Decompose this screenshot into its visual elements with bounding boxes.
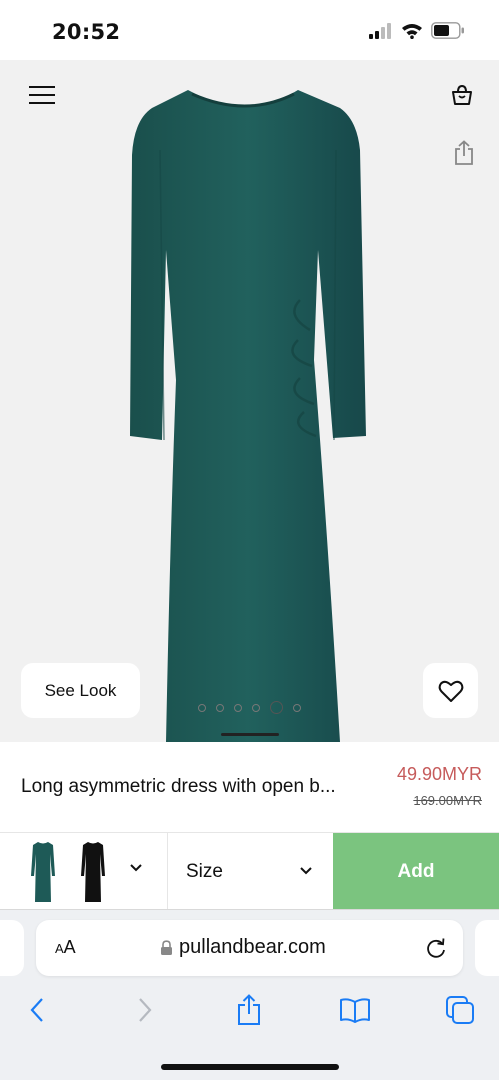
- favorite-button[interactable]: [423, 663, 478, 718]
- browser-share-button[interactable]: [229, 990, 269, 1030]
- menu-icon: [29, 86, 55, 104]
- size-label: Size: [186, 861, 223, 882]
- chevron-down-icon[interactable]: [129, 863, 143, 873]
- add-to-cart-button[interactable]: Add: [333, 833, 499, 910]
- heart-icon: [438, 680, 463, 702]
- carousel-dots: [198, 701, 301, 714]
- tabs-icon: [446, 996, 474, 1024]
- next-tab-peek[interactable]: [475, 920, 499, 976]
- carousel-dot[interactable]: [252, 703, 260, 712]
- share-icon: [238, 994, 260, 1025]
- sheet-handle[interactable]: [221, 733, 279, 736]
- original-price: 169.00MYR: [413, 793, 482, 808]
- product-info-panel[interactable]: Long asymmetric dress with open b... 49.…: [0, 742, 499, 832]
- status-bar: 20:52: [0, 0, 499, 60]
- bookmarks-button[interactable]: [335, 990, 375, 1030]
- color-selector[interactable]: [0, 833, 167, 910]
- carousel-dot[interactable]: [198, 703, 206, 712]
- carousel-dot[interactable]: [234, 703, 242, 712]
- see-look-button[interactable]: See Look: [21, 663, 140, 718]
- home-indicator[interactable]: [161, 1064, 339, 1070]
- lock-icon: [161, 939, 172, 955]
- signal-icon: [369, 22, 391, 39]
- chevron-down-icon: [300, 867, 312, 875]
- tabs-button[interactable]: [440, 990, 480, 1030]
- browser-toolbar: [0, 990, 499, 1034]
- carousel-dot[interactable]: [216, 703, 224, 712]
- url-display[interactable]: pullandbear.com: [160, 936, 326, 959]
- share-button[interactable]: [447, 136, 481, 170]
- color-swatch-green[interactable]: [28, 840, 58, 904]
- back-icon: [30, 998, 43, 1022]
- battery-icon: [431, 22, 464, 39]
- wifi-icon: [402, 23, 422, 39]
- color-swatch-black[interactable]: [78, 840, 108, 904]
- browser-chrome: AA pullandbear.com: [0, 909, 499, 1080]
- url-text: pullandbear.com: [179, 936, 326, 958]
- product-image[interactable]: See Look: [0, 60, 499, 742]
- carousel-dot[interactable]: [293, 703, 301, 712]
- carousel-dot-active[interactable]: [270, 701, 283, 714]
- forward-icon: [139, 998, 152, 1022]
- bag-icon: [452, 84, 472, 105]
- product-name[interactable]: Long asymmetric dress with open b...: [21, 776, 336, 798]
- share-icon: [455, 140, 473, 165]
- status-icons: [369, 22, 465, 39]
- reader-settings-button[interactable]: AA: [55, 937, 76, 958]
- back-button[interactable]: [17, 990, 57, 1030]
- purchase-options-bar: Size Add: [0, 832, 499, 910]
- reload-icon[interactable]: [425, 936, 447, 960]
- current-price: 49.90MYR: [396, 764, 482, 784]
- address-bar[interactable]: AA pullandbear.com: [36, 920, 463, 976]
- bag-button[interactable]: [445, 78, 479, 112]
- bookmarks-icon: [340, 998, 370, 1023]
- previous-tab-peek[interactable]: [0, 920, 24, 976]
- forward-button[interactable]: [125, 990, 165, 1030]
- status-time: 20:52: [52, 20, 121, 44]
- menu-button[interactable]: [24, 80, 60, 110]
- size-selector[interactable]: Size: [167, 833, 333, 910]
- dress-image: [130, 90, 366, 742]
